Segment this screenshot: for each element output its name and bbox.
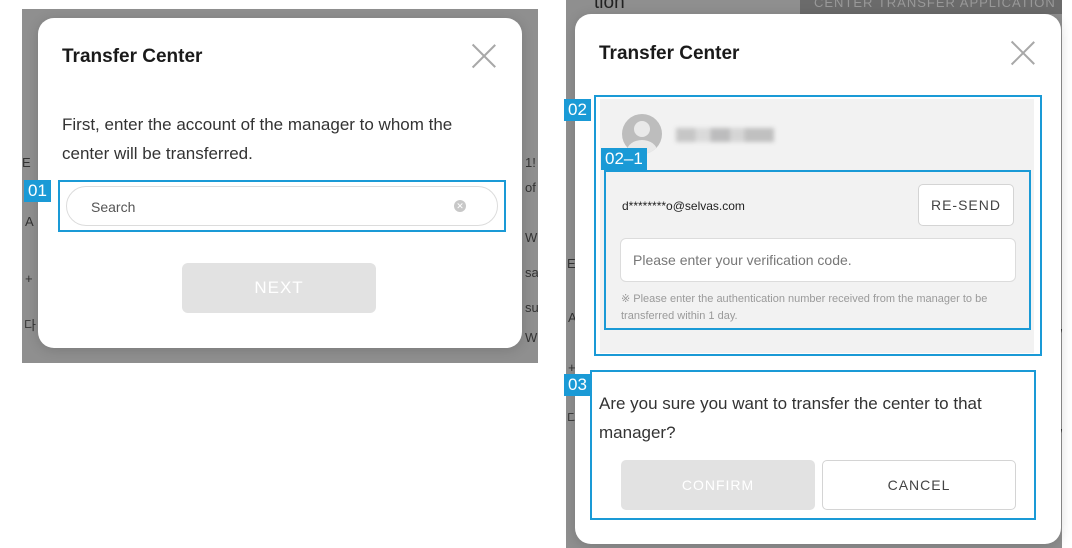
instruction-text: First, enter the account of the manager … [62, 115, 453, 163]
background-text: E [22, 155, 31, 170]
background-header-text: CENTER TRANSFER APPLICATION [814, 0, 1056, 10]
background-header-bar: CENTER TRANSFER APPLICATION [800, 0, 1062, 14]
background-text: A [25, 214, 34, 229]
background-text: W [525, 330, 538, 345]
callout-box-03 [590, 370, 1036, 520]
close-icon[interactable] [1011, 41, 1035, 65]
background-text: tion [594, 0, 625, 13]
callout-box-02-1 [604, 170, 1031, 330]
modal-title: Transfer Center [599, 43, 740, 64]
background-text: 1! [525, 155, 536, 170]
callout-tag-02-1: 02–1 [601, 148, 647, 170]
callout-tag-01: 01 [24, 180, 51, 202]
callout-box-01 [58, 180, 506, 232]
next-button[interactable]: NEXT [182, 263, 376, 313]
close-icon[interactable] [472, 44, 496, 68]
callout-tag-02: 02 [564, 99, 591, 121]
background-text: 다 [24, 318, 36, 333]
callout-tag-03: 03 [564, 374, 591, 396]
background-text: of [525, 180, 536, 195]
modal-title: Transfer Center [62, 46, 203, 67]
background-text: sa [525, 265, 538, 280]
background-text: su [525, 300, 538, 315]
background-text: + [25, 271, 33, 286]
background-text: W [525, 230, 538, 245]
